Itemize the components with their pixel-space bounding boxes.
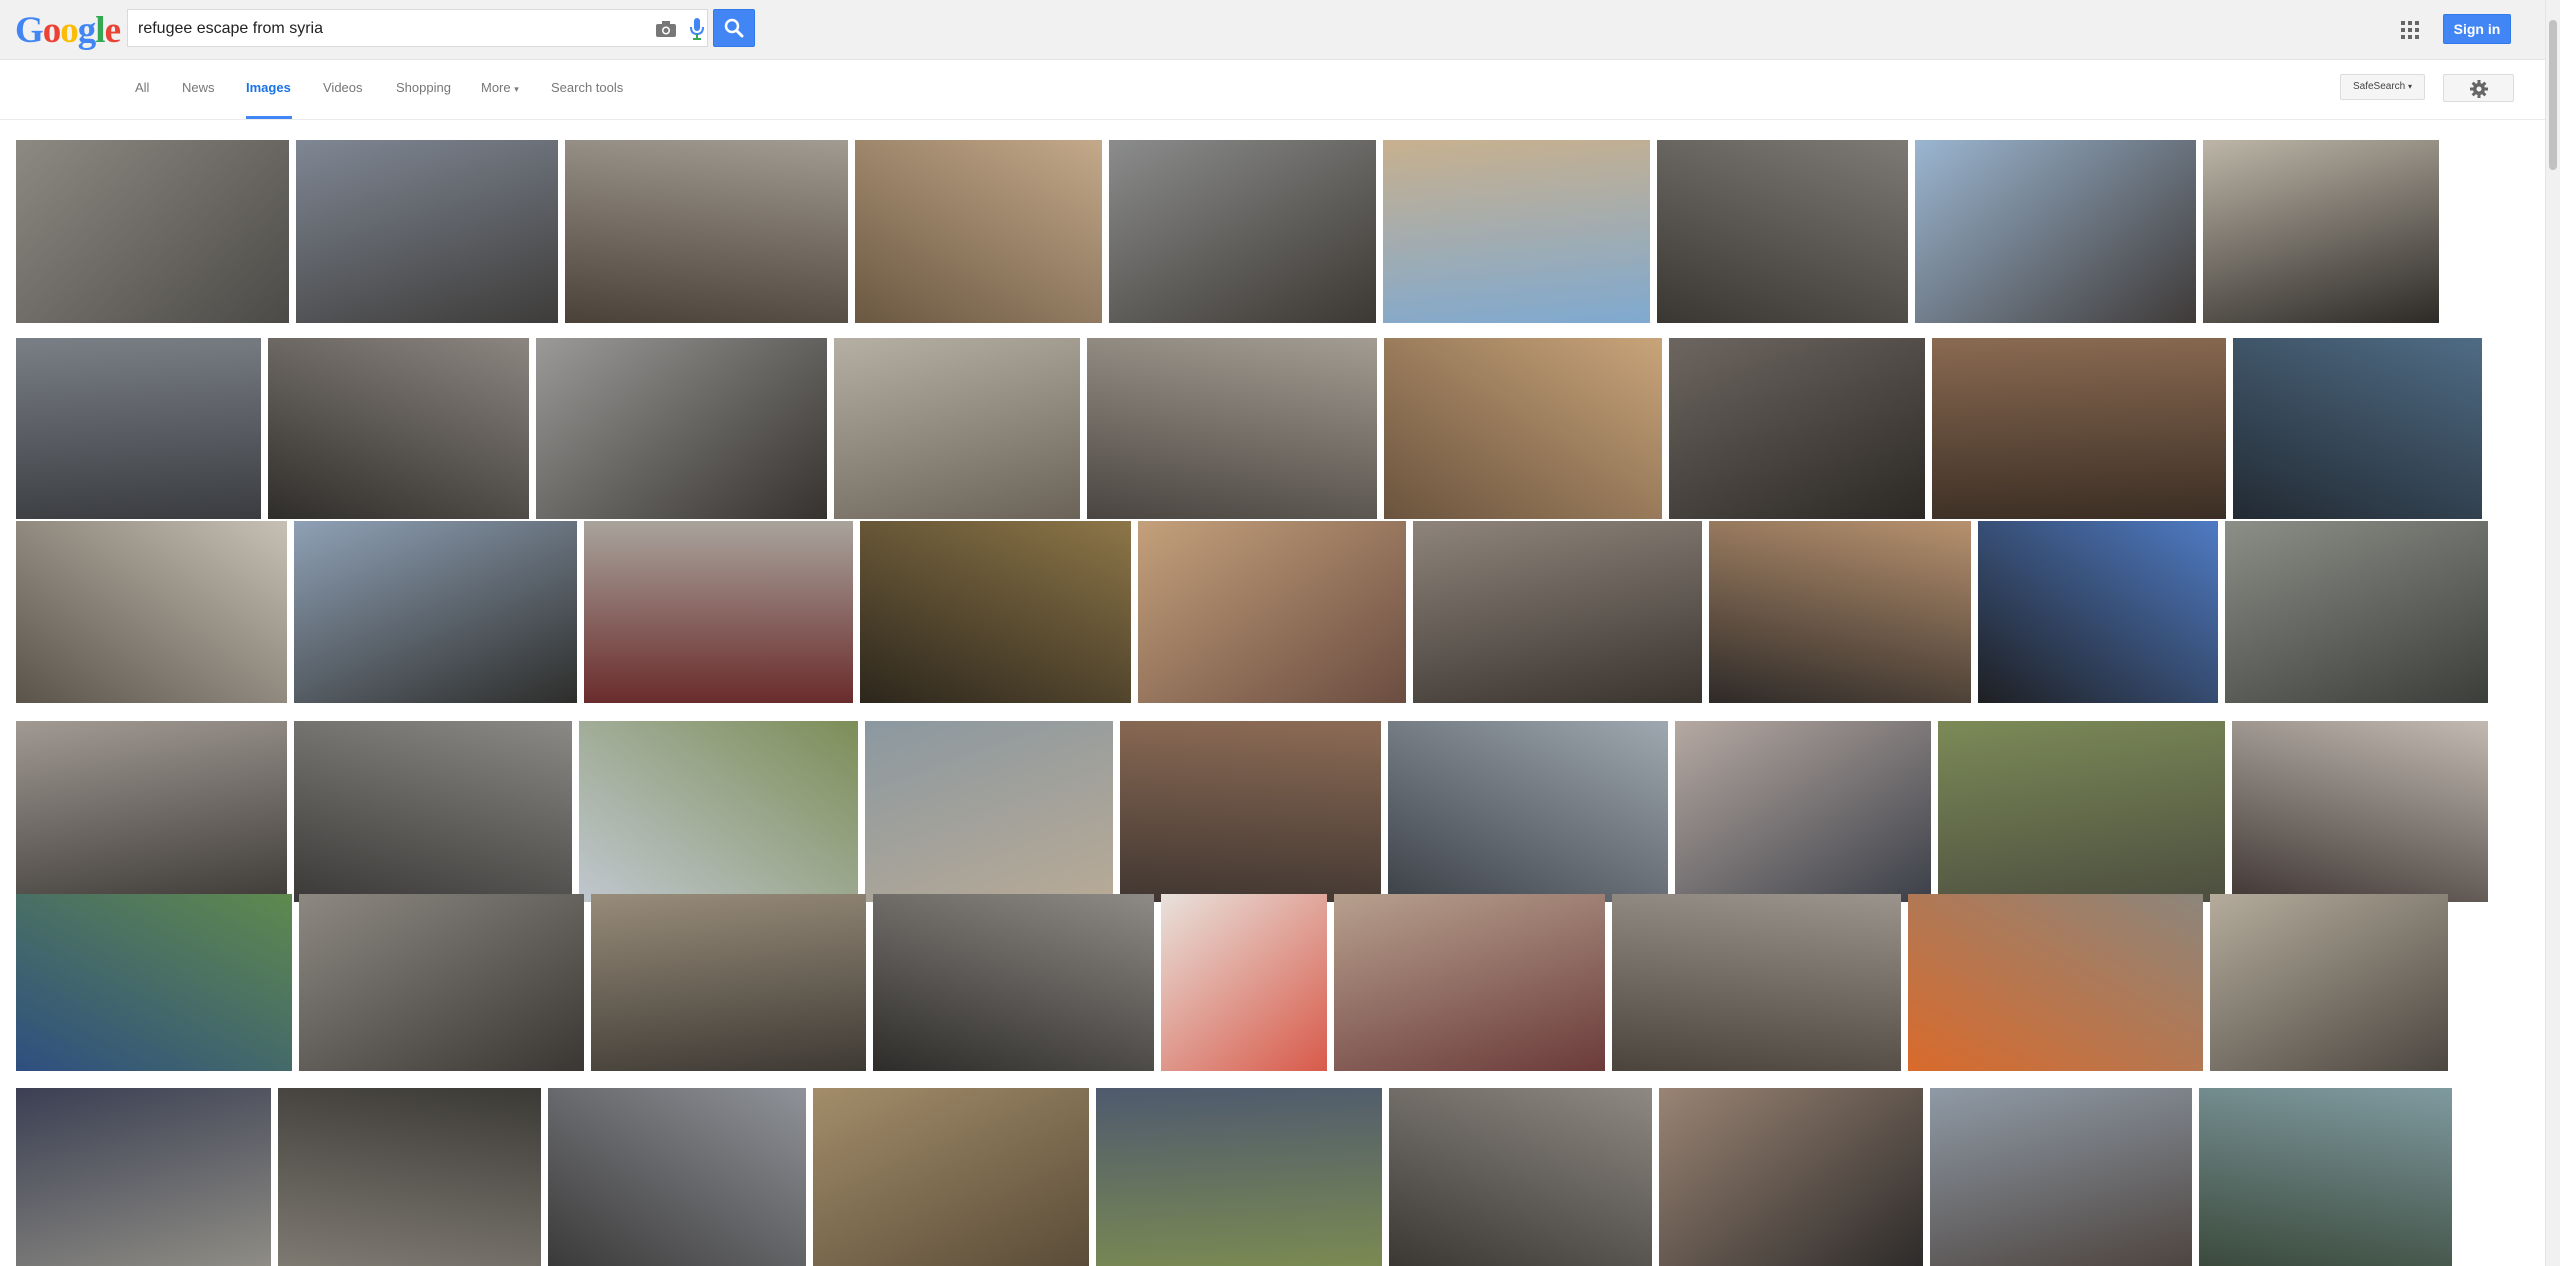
tab-shopping[interactable]: Shopping <box>396 78 451 98</box>
logo-letter: e <box>104 10 121 51</box>
safesearch-button[interactable]: SafeSearch ▾ <box>2340 74 2425 100</box>
image-result-thumbnail[interactable] <box>2199 1088 2452 1266</box>
image-result-thumbnail[interactable] <box>860 521 1131 703</box>
image-result-thumbnail[interactable] <box>1675 721 1931 902</box>
logo-letter: l <box>95 10 105 51</box>
sign-in-button[interactable]: Sign in <box>2443 14 2511 44</box>
image-result-thumbnail[interactable] <box>16 521 287 703</box>
image-result-thumbnail[interactable] <box>1669 338 1925 519</box>
image-result-thumbnail[interactable] <box>1612 894 1901 1071</box>
image-result-thumbnail[interactable] <box>1384 338 1662 519</box>
tab-more-label: More <box>481 80 511 95</box>
page-scrollbar[interactable] <box>2545 0 2560 1266</box>
chevron-down-icon: ▾ <box>514 84 519 94</box>
image-result-thumbnail[interactable] <box>873 894 1154 1071</box>
image-result-thumbnail[interactable] <box>16 721 287 902</box>
image-result-thumbnail[interactable] <box>296 140 558 323</box>
search-nav-bar: All News Images Videos Shopping More ▾ S… <box>0 60 2545 120</box>
search-input[interactable] <box>136 17 620 41</box>
image-result-thumbnail[interactable] <box>294 521 577 703</box>
image-result-thumbnail[interactable] <box>1908 894 2203 1071</box>
image-result-thumbnail[interactable] <box>865 721 1113 902</box>
image-result-thumbnail[interactable] <box>1161 894 1327 1071</box>
image-result-thumbnail[interactable] <box>1915 140 2196 323</box>
search-box <box>127 9 708 47</box>
image-result-thumbnail[interactable] <box>299 894 584 1071</box>
image-result-thumbnail[interactable] <box>548 1088 806 1266</box>
image-result-thumbnail[interactable] <box>813 1088 1089 1266</box>
image-result-thumbnail[interactable] <box>1659 1088 1923 1266</box>
tab-more[interactable]: More ▾ <box>481 78 519 99</box>
top-bar: Google Sign in <box>0 0 2545 60</box>
safesearch-label: SafeSearch <box>2352 81 2406 92</box>
image-result-thumbnail[interactable] <box>16 894 292 1071</box>
image-result-thumbnail[interactable] <box>278 1088 541 1266</box>
image-result-thumbnail[interactable] <box>2203 140 2439 323</box>
tab-images[interactable]: Images <box>246 78 291 98</box>
image-result-thumbnail[interactable] <box>834 338 1080 519</box>
image-result-thumbnail[interactable] <box>2232 721 2488 902</box>
search-tools-button[interactable]: Search tools <box>551 78 623 98</box>
image-result-thumbnail[interactable] <box>1334 894 1605 1071</box>
image-result-thumbnail[interactable] <box>591 894 866 1071</box>
image-result-thumbnail[interactable] <box>1413 521 1702 703</box>
image-result-thumbnail[interactable] <box>1120 721 1381 902</box>
image-result-thumbnail[interactable] <box>2225 521 2488 703</box>
scrollbar-thumb[interactable] <box>2549 20 2557 170</box>
image-result-thumbnail[interactable] <box>1932 338 2226 519</box>
image-result-thumbnail[interactable] <box>1938 721 2225 902</box>
logo-text: Google <box>15 10 121 51</box>
image-result-thumbnail[interactable] <box>855 140 1102 323</box>
image-result-thumbnail[interactable] <box>1109 140 1376 323</box>
image-result-thumbnail[interactable] <box>16 1088 271 1266</box>
search-button[interactable] <box>713 9 755 47</box>
image-result-thumbnail[interactable] <box>1709 521 1971 703</box>
image-result-thumbnail[interactable] <box>294 721 572 902</box>
search-icon <box>724 18 744 38</box>
image-result-thumbnail[interactable] <box>1087 338 1377 519</box>
tab-news[interactable]: News <box>182 78 215 98</box>
gear-icon <box>2470 80 2488 98</box>
image-result-thumbnail[interactable] <box>1096 1088 1382 1266</box>
image-result-thumbnail[interactable] <box>1383 140 1650 323</box>
image-result-thumbnail[interactable] <box>1978 521 2218 703</box>
logo-letter: o <box>60 10 78 51</box>
image-result-thumbnail[interactable] <box>1388 721 1668 902</box>
image-result-thumbnail[interactable] <box>1930 1088 2192 1266</box>
image-result-thumbnail[interactable] <box>16 338 261 519</box>
logo-letter: g <box>77 10 96 51</box>
image-result-thumbnail[interactable] <box>565 140 848 323</box>
image-result-thumbnail[interactable] <box>584 521 853 703</box>
image-result-thumbnail[interactable] <box>16 140 289 323</box>
image-result-thumbnail[interactable] <box>1657 140 1908 323</box>
logo-letter: o <box>42 10 61 51</box>
image-result-thumbnail[interactable] <box>1138 521 1406 703</box>
mic-icon[interactable] <box>689 17 705 41</box>
image-result-thumbnail[interactable] <box>536 338 827 519</box>
image-result-thumbnail[interactable] <box>1389 1088 1652 1266</box>
image-results-grid <box>0 120 2545 1266</box>
image-result-thumbnail[interactable] <box>2210 894 2448 1071</box>
image-result-thumbnail[interactable] <box>2233 338 2482 519</box>
tab-videos[interactable]: Videos <box>323 78 363 98</box>
tab-all[interactable]: All <box>135 78 149 98</box>
logo-letter: G <box>15 10 44 51</box>
image-result-thumbnail[interactable] <box>268 338 529 519</box>
chevron-down-icon: ▾ <box>2408 82 2413 91</box>
settings-button[interactable] <box>2443 74 2514 102</box>
camera-icon[interactable] <box>655 19 677 39</box>
active-tab-indicator <box>246 116 292 119</box>
image-result-thumbnail[interactable] <box>579 721 858 902</box>
google-logo[interactable]: Google <box>15 10 121 51</box>
apps-icon[interactable] <box>2400 20 2420 40</box>
